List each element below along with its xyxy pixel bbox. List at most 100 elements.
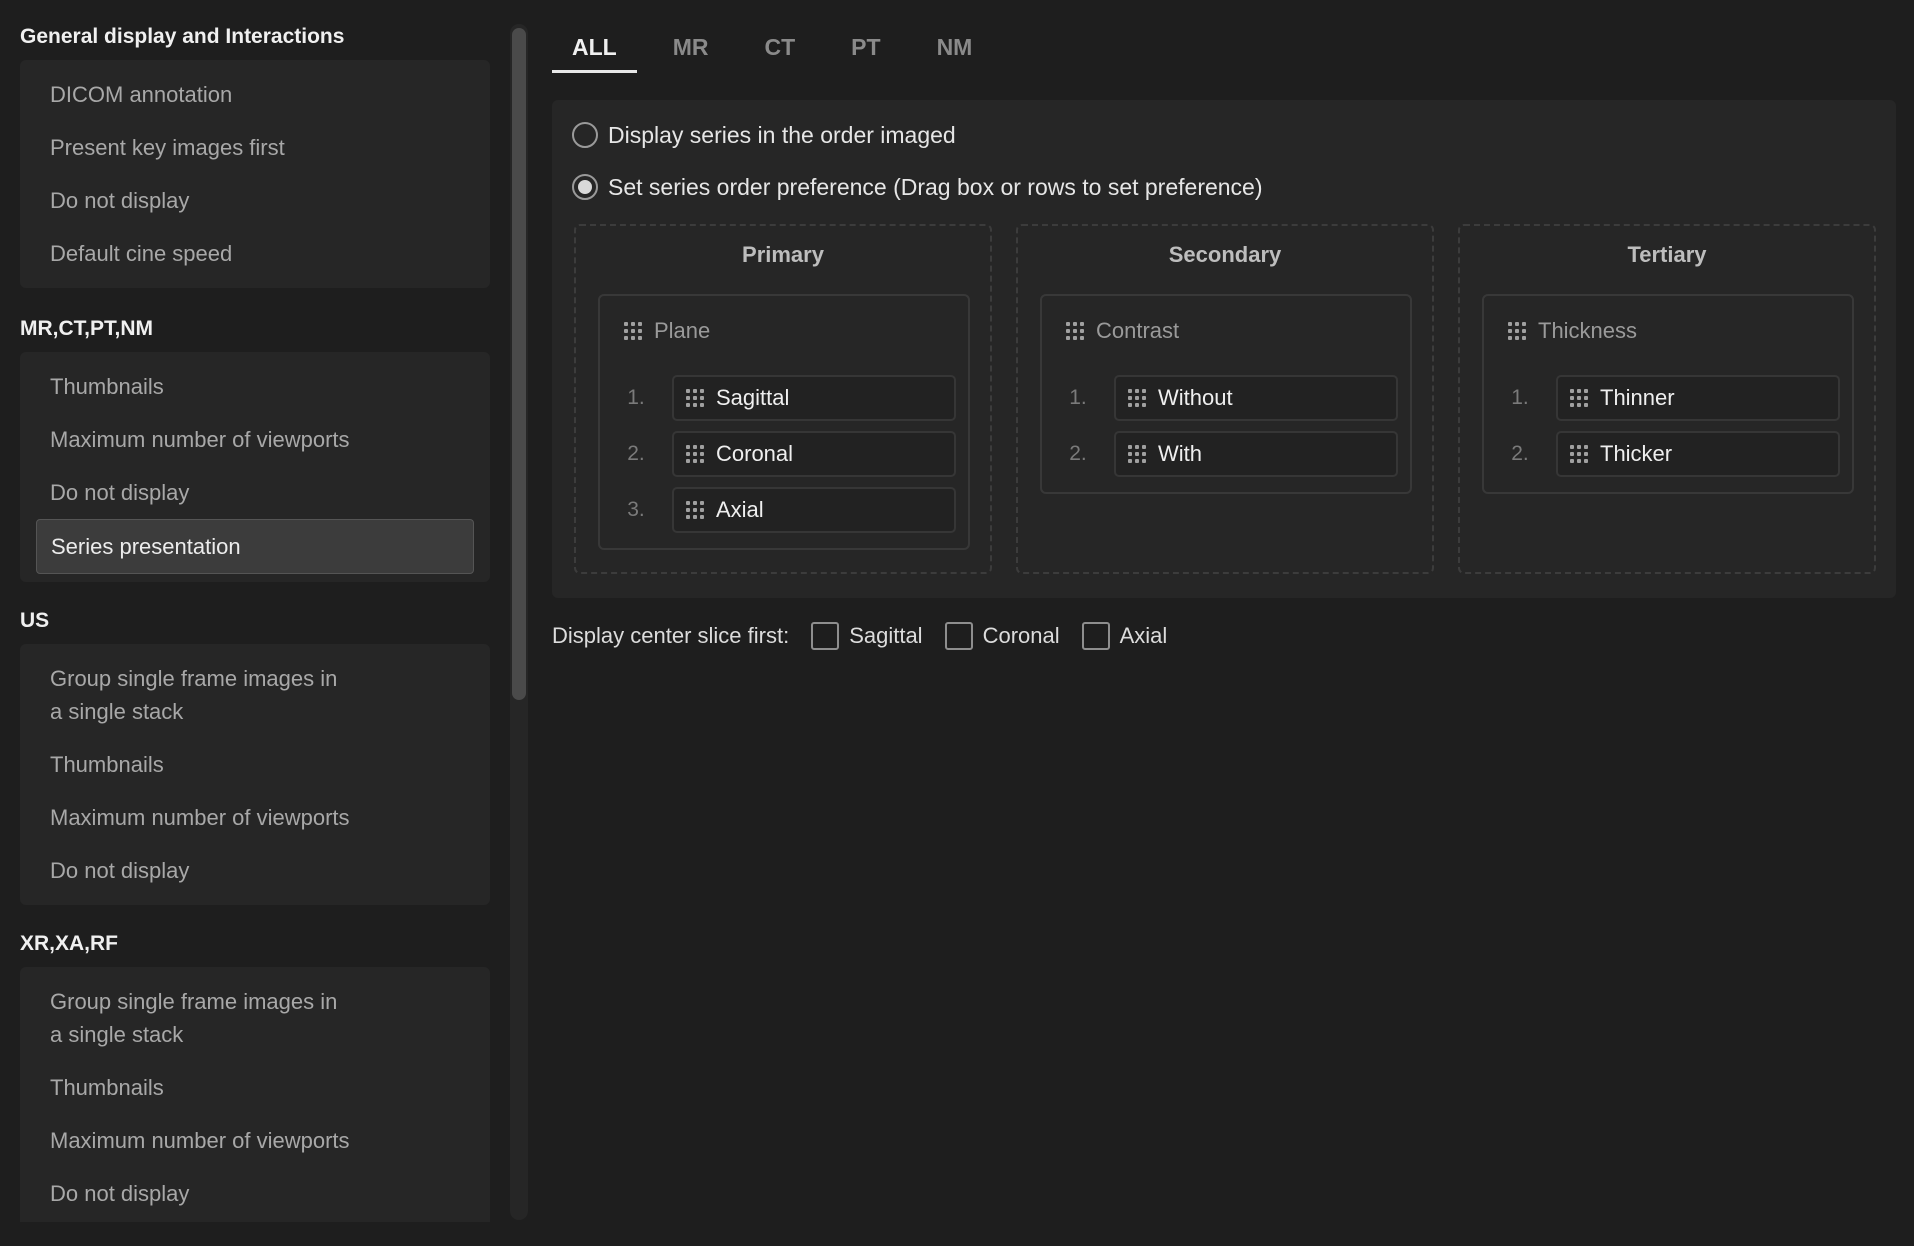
nav-item-thumbnails[interactable]: Thumbnails [36,738,474,791]
nav-item-series-presentation[interactable]: Series presentation [36,519,474,574]
criterion-card-thickness[interactable]: Thickness 1. Thinner 2. Thicker [1482,294,1854,494]
nav-item-group-single-frame[interactable]: Group single frame images in a single st… [36,975,364,1061]
radio-label: Display series in the order imaged [608,121,956,148]
nav-group-mr-ct-pt-nm: Thumbnails Maximum number of viewports D… [20,352,490,582]
criterion-label: Thickness [1538,318,1638,343]
option-chip-without[interactable]: Without [1114,375,1398,421]
option-label: Axial [716,497,764,522]
drag-handle-icon[interactable] [624,322,642,340]
criterion-header: Plane [600,296,968,366]
checkbox-box[interactable] [944,622,973,650]
section-title: XR,XA,RF [20,932,119,955]
option-number: 3. [627,498,645,521]
option-number: 2. [1511,442,1529,465]
option-chip-sagittal[interactable]: Sagittal [672,375,956,421]
nav-item-dicom-annotation[interactable]: DICOM annotation [36,68,474,121]
nav-item-do-not-display[interactable]: Do not display [36,466,474,519]
option-row: 2. With [1042,430,1410,478]
option-number: 2. [1069,442,1087,465]
nav-item-thumbnails[interactable]: Thumbnails [36,1061,474,1114]
option-label: Sagittal [716,385,790,410]
radio-order-preference[interactable]: Set series order preference (Drag box or… [572,170,1263,204]
criterion-label: Plane [654,318,711,343]
nav-group-xr-xa-rf: Group single frame images in a single st… [20,967,490,1222]
checkbox-label: Coronal [982,623,1060,648]
preference-rank-label: Tertiary [1627,242,1707,267]
nav-item-thumbnails[interactable]: Thumbnails [36,360,474,413]
scrollbar-thumb[interactable] [512,28,526,700]
nav-item-do-not-display[interactable]: Do not display [36,174,474,227]
series-presentation-panel: Display series in the order imaged Set s… [552,100,1896,598]
checkbox-axial[interactable]: Axial [1081,622,1167,650]
criterion-card-plane[interactable]: Plane 1. Sagittal 2. Coronal 3. Axial [598,294,970,550]
option-label: Thinner [1600,385,1675,410]
option-row: 2. Thicker [1484,430,1852,478]
criterion-header: Contrast [1042,296,1410,366]
option-number: 2. [627,442,645,465]
drag-handle-icon[interactable] [1128,445,1146,463]
nav-item-max-viewports[interactable]: Maximum number of viewports [36,413,474,466]
drag-handle-icon[interactable] [1128,389,1146,407]
settings-window: General display and Interactions DICOM a… [0,0,1914,1246]
criterion-label: Contrast [1096,318,1180,343]
drag-handle-icon[interactable] [686,501,704,519]
preference-box-tertiary[interactable]: Tertiary Thickness 1. Thinner 2. Thicker [1458,224,1876,574]
nav-group-general: DICOM annotation Present key images firs… [20,60,490,288]
criterion-header: Thickness [1484,296,1852,366]
preference-rank-label: Secondary [1168,242,1282,267]
section-title: MR,CT,PT,NM [20,317,153,340]
nav-item-max-viewports[interactable]: Maximum number of viewports [36,791,474,844]
nav-item-do-not-display[interactable]: Do not display [36,1167,474,1220]
nav-item-do-not-display[interactable]: Do not display [36,844,474,897]
option-number: 1. [1069,386,1087,409]
checkbox-box[interactable] [811,622,840,650]
sidebar-scrollbar[interactable] [510,24,528,1220]
section-mr-ct-pt-nm: MR,CT,PT,NM Thumbnails Maximum number of… [20,312,490,582]
drag-handle-icon[interactable] [686,389,704,407]
preference-box-primary[interactable]: Primary Plane 1. Sagittal 2. Coronal 3. … [574,224,992,574]
nav-item-group-single-frame[interactable]: Group single frame images in a single st… [36,652,364,738]
option-chip-axial[interactable]: Axial [672,487,956,533]
checkbox-label: Sagittal [849,623,923,648]
preference-box-secondary[interactable]: Secondary Contrast 1. Without 2. With [1016,224,1434,574]
nav-item-default-cine-speed[interactable]: Default cine speed [36,227,474,280]
drag-handle-icon[interactable] [1570,389,1588,407]
option-chip-coronal[interactable]: Coronal [672,431,956,477]
center-slice-row: Display center slice first: Sagittal Cor… [552,618,1189,654]
radio-label: Set series order preference (Drag box or… [608,173,1263,200]
tab-nm[interactable]: NM [917,24,993,70]
checkbox-box[interactable] [1081,622,1110,650]
section-title: General display and Interactions [20,25,345,48]
option-chip-with[interactable]: With [1114,431,1398,477]
drag-handle-icon[interactable] [1570,445,1588,463]
option-row: 1. Without [1042,374,1410,422]
criterion-card-contrast[interactable]: Contrast 1. Without 2. With [1040,294,1412,494]
option-chip-thicker[interactable]: Thicker [1556,431,1840,477]
nav-group-us: Group single frame images in a single st… [20,644,490,905]
section-xr-xa-rf: XR,XA,RF Group single frame images in a … [20,927,490,1222]
tab-ct[interactable]: CT [745,24,816,70]
tab-mr[interactable]: MR [653,24,729,70]
option-row: 2. Coronal [600,430,968,478]
option-row: 3. Axial [600,486,968,534]
preference-rank-label: Primary [742,242,824,267]
radio-button[interactable] [572,174,598,200]
checkbox-coronal[interactable]: Coronal [944,622,1060,650]
tab-pt[interactable]: PT [831,24,900,70]
option-chip-thinner[interactable]: Thinner [1556,375,1840,421]
section-title: US [20,609,50,632]
checkbox-sagittal[interactable]: Sagittal [811,622,923,650]
nav-item-present-key-images-first[interactable]: Present key images first [36,121,474,174]
nav-item-max-viewports[interactable]: Maximum number of viewports [36,1114,474,1167]
modality-tabs: ALL MR CT PT NM [552,24,1008,73]
tab-all[interactable]: ALL [552,24,637,73]
section-us: US Group single frame images in a single… [20,604,490,905]
option-row: 1. Sagittal [600,374,968,422]
drag-handle-icon[interactable] [1066,322,1084,340]
drag-handle-icon[interactable] [1508,322,1526,340]
radio-order-imaged[interactable]: Display series in the order imaged [572,118,956,152]
section-general: General display and Interactions DICOM a… [20,20,490,288]
radio-button[interactable] [572,122,598,148]
option-row: 1. Thinner [1484,374,1852,422]
drag-handle-icon[interactable] [686,445,704,463]
